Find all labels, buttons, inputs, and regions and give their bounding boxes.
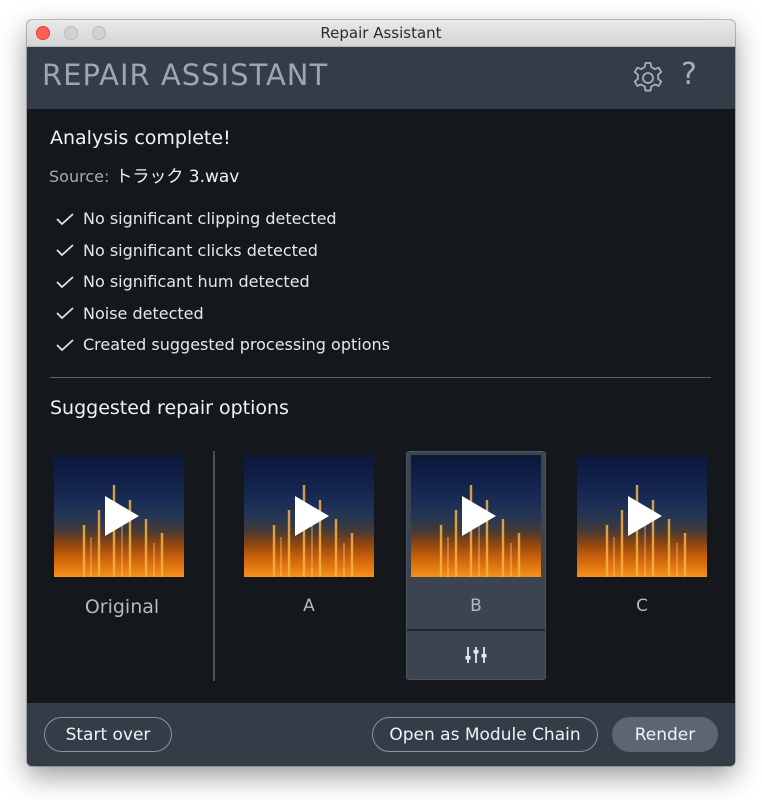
window-title: Repair Assistant (320, 24, 442, 42)
spectrogram-thumbnail[interactable] (244, 455, 374, 577)
open-module-chain-button[interactable]: Open as Module Chain (372, 717, 598, 752)
result-text: Noise detected (83, 303, 204, 323)
app-title: REPAIR ASSISTANT (42, 58, 329, 92)
play-icon[interactable] (624, 494, 664, 538)
checkmark-icon (56, 339, 74, 351)
result-text: No significant hum detected (83, 272, 310, 292)
option-label-original: Original (84, 596, 160, 618)
start-over-button[interactable]: Start over (44, 717, 172, 752)
result-text: No significant clipping detected (83, 209, 337, 229)
render-button[interactable]: Render (612, 717, 718, 752)
result-item: No significant hum detected (55, 266, 390, 298)
app-header: REPAIR ASSISTANT ? (27, 47, 735, 109)
analysis-results-list: No significant clipping detected No sign… (55, 203, 390, 361)
footer-bar: Start over Open as Module Chain Render (27, 703, 735, 766)
gear-icon[interactable] (630, 60, 666, 96)
checkmark-icon (56, 307, 74, 320)
result-item: Noise detected (55, 298, 390, 330)
result-text: Created suggested processing options (83, 335, 390, 355)
option-label-a: A (303, 596, 315, 616)
spectrogram-thumbnail[interactable] (577, 455, 707, 577)
play-icon[interactable] (291, 494, 331, 538)
result-item: No significant clicks detected (55, 235, 390, 267)
card-divider (407, 629, 545, 631)
play-icon[interactable] (101, 494, 141, 538)
result-item: No significant clipping detected (55, 203, 390, 235)
window-titlebar[interactable]: Repair Assistant (27, 20, 735, 47)
repair-assistant-window: Repair Assistant REPAIR ASSISTANT ? Anal… (27, 20, 735, 766)
checkmark-icon (56, 244, 74, 257)
spectrogram-thumbnail[interactable] (54, 455, 184, 577)
section-divider (50, 377, 711, 378)
source-label: Source: (49, 167, 110, 186)
main-content: Analysis complete! Source: トラック 3.wav No … (27, 109, 735, 703)
spectrogram-thumbnail[interactable] (411, 455, 541, 577)
checkmark-icon (56, 213, 74, 225)
play-icon[interactable] (458, 494, 498, 538)
suggested-options-title: Suggested repair options (50, 397, 289, 419)
sliders-icon[interactable] (464, 645, 488, 665)
source-filename: トラック 3.wav (115, 167, 240, 187)
result-text: No significant clicks detected (83, 240, 318, 260)
help-icon[interactable]: ? (681, 57, 697, 92)
option-label-c: C (636, 596, 648, 616)
result-item: Created suggested processing options (55, 329, 390, 361)
checkmark-icon (56, 276, 74, 288)
option-label-b: B (470, 596, 482, 616)
original-separator (213, 451, 215, 681)
analysis-title: Analysis complete! (50, 127, 231, 149)
source-row: Source: トラック 3.wav (49, 162, 239, 187)
